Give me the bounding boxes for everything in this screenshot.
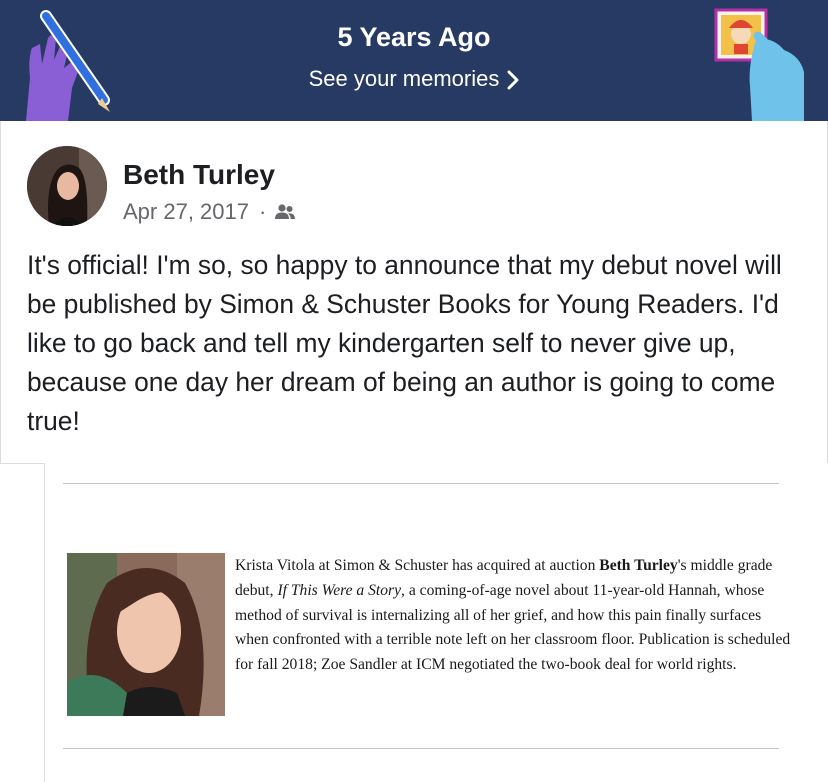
post-author-name[interactable]: Beth Turley: [123, 159, 275, 191]
avatar[interactable]: [27, 146, 107, 226]
meta-separator: ·: [258, 199, 267, 224]
see-memories-label: See your memories: [308, 66, 500, 91]
clipping-author-photo: [67, 553, 225, 716]
clipping-bold-name: Beth Turley: [599, 557, 678, 574]
clipping-text-1: Krista Vitola at Simon & Schuster has ac…: [235, 557, 600, 574]
post-date[interactable]: Apr 27, 2017: [123, 199, 249, 225]
memories-banner[interactable]: 5 Years Ago See your memories: [0, 0, 828, 121]
post-body-text: It's official! I'm so, so happy to annou…: [27, 250, 782, 436]
attached-news-clipping[interactable]: Krista Vitola at Simon & Schuster has ac…: [44, 463, 828, 782]
clipping-top-rule: [63, 483, 779, 484]
clipping-book-title: If This Were a Story: [277, 581, 402, 599]
profile-photo: [27, 146, 107, 226]
clipping-bottom-rule: [63, 748, 779, 749]
see-memories-link[interactable]: See your memories: [0, 66, 828, 92]
hand-holding-photo-icon: [714, 8, 804, 121]
banner-title: 5 Years Ago: [337, 22, 491, 52]
chevron-right-icon: [507, 70, 519, 90]
friends-icon: [275, 204, 296, 219]
clipping-text: Krista Vitola at Simon & Schuster has ac…: [235, 554, 795, 678]
post-meta: Apr 27, 2017 ·: [123, 199, 296, 225]
memory-post-card: Beth Turley Apr 27, 2017 · It's official…: [0, 121, 828, 464]
